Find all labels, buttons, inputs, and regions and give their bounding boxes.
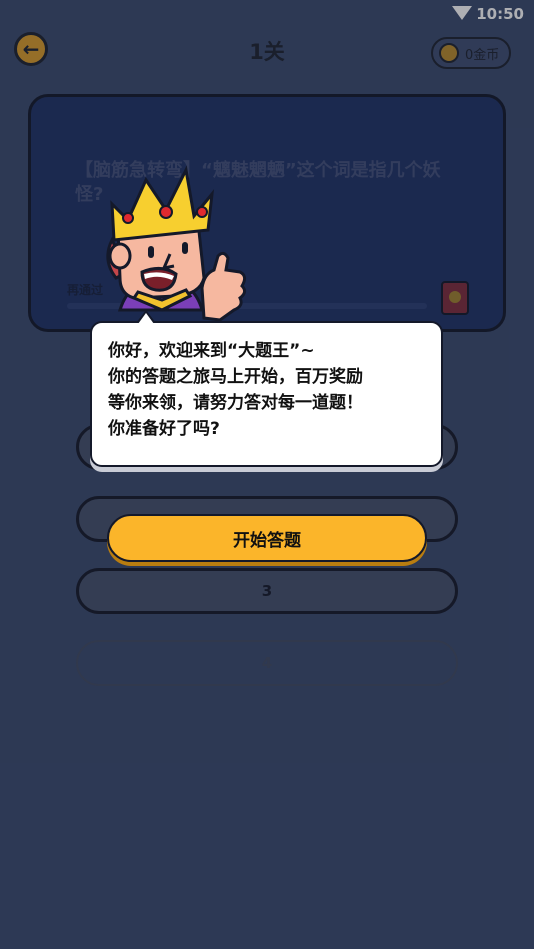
mascot-crown bbox=[110, 165, 215, 242]
welcome-line-4: 你准备好了吗? bbox=[108, 419, 220, 439]
mascot-left-eye bbox=[148, 246, 154, 258]
welcome-line-3: 等你来领，请努力答对每一道题！ bbox=[108, 393, 363, 413]
start-quiz-button[interactable]: 开始答题 bbox=[107, 514, 427, 562]
mascot-thumb bbox=[200, 251, 247, 322]
mascot-ear bbox=[108, 242, 132, 270]
mascot-right-eye bbox=[182, 242, 188, 254]
welcome-line-2: 你的答题之旅马上开始，百万奖励 bbox=[108, 367, 363, 387]
welcome-line-1: 你好，欢迎来到“大题王”~ bbox=[108, 341, 315, 361]
welcome-message: 你好，欢迎来到“大题王”~ 你的答题之旅马上开始，百万奖励 等你来领，请努力答对… bbox=[108, 338, 428, 442]
crown-mascot bbox=[106, 165, 247, 322]
dim-overlay bbox=[0, 0, 534, 949]
